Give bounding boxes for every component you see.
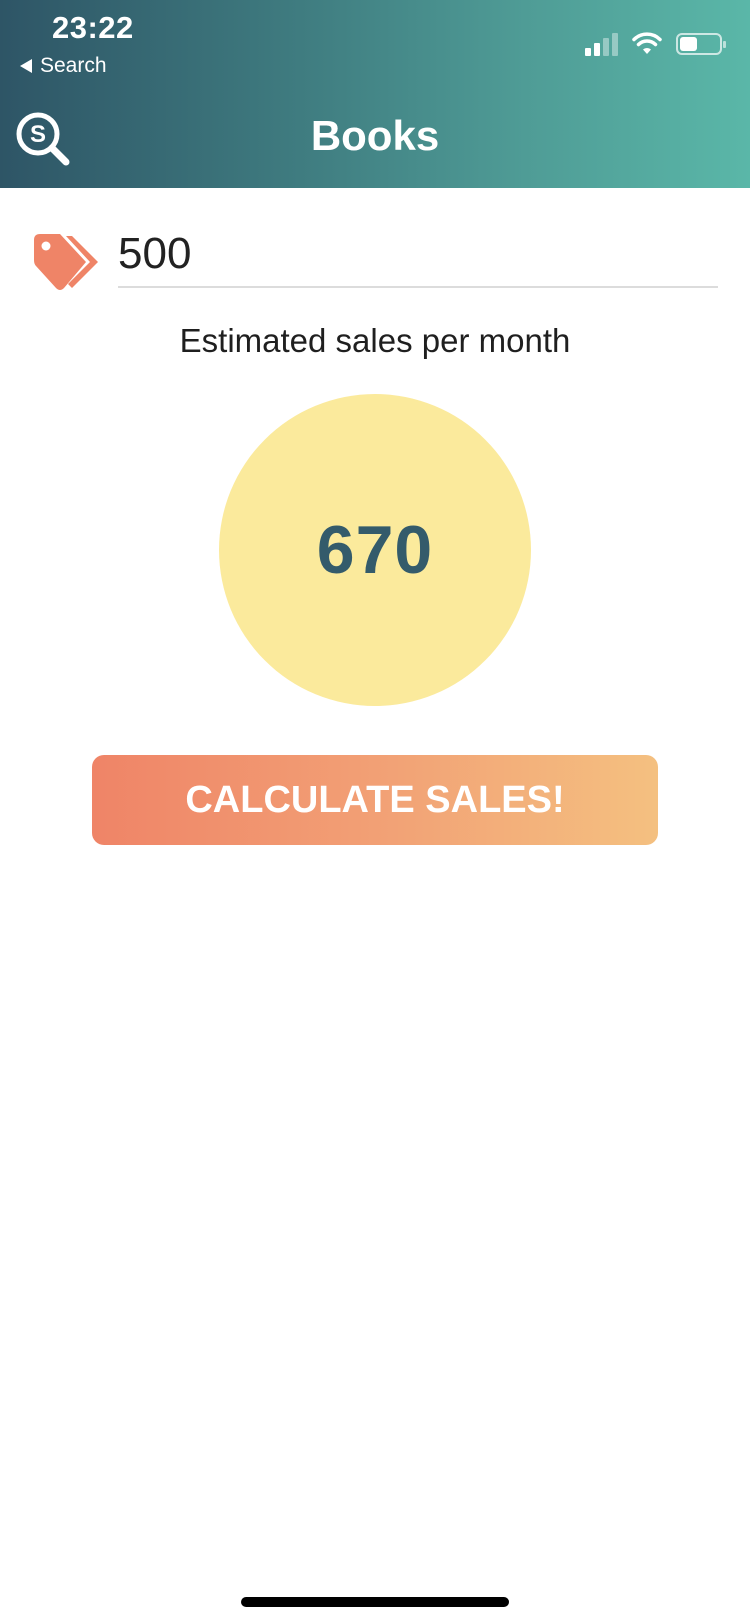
- status-time: 23:22: [52, 10, 134, 45]
- back-arrow-icon: [20, 59, 32, 73]
- estimate-label: Estimated sales per month: [179, 322, 571, 359]
- wifi-icon: [632, 32, 662, 54]
- page-title: Books: [310, 112, 440, 159]
- price-input-row: [30, 222, 720, 290]
- cellular-signal-icon: [585, 32, 618, 56]
- result-circle: 670: [219, 394, 531, 706]
- status-icons: [585, 32, 726, 56]
- back-label: Search: [40, 54, 107, 77]
- home-indicator[interactable]: [241, 1597, 509, 1607]
- battery-icon: [676, 33, 726, 55]
- calculate-sales-button[interactable]: CALCULATE SALES!: [92, 755, 658, 845]
- back-to-search-link[interactable]: Search: [20, 54, 107, 78]
- price-input[interactable]: [118, 222, 718, 288]
- app-header: 23:22 Search S Books: [0, 0, 750, 188]
- price-tag-icon: [34, 234, 98, 290]
- estimated-sales-value: 670: [316, 512, 434, 588]
